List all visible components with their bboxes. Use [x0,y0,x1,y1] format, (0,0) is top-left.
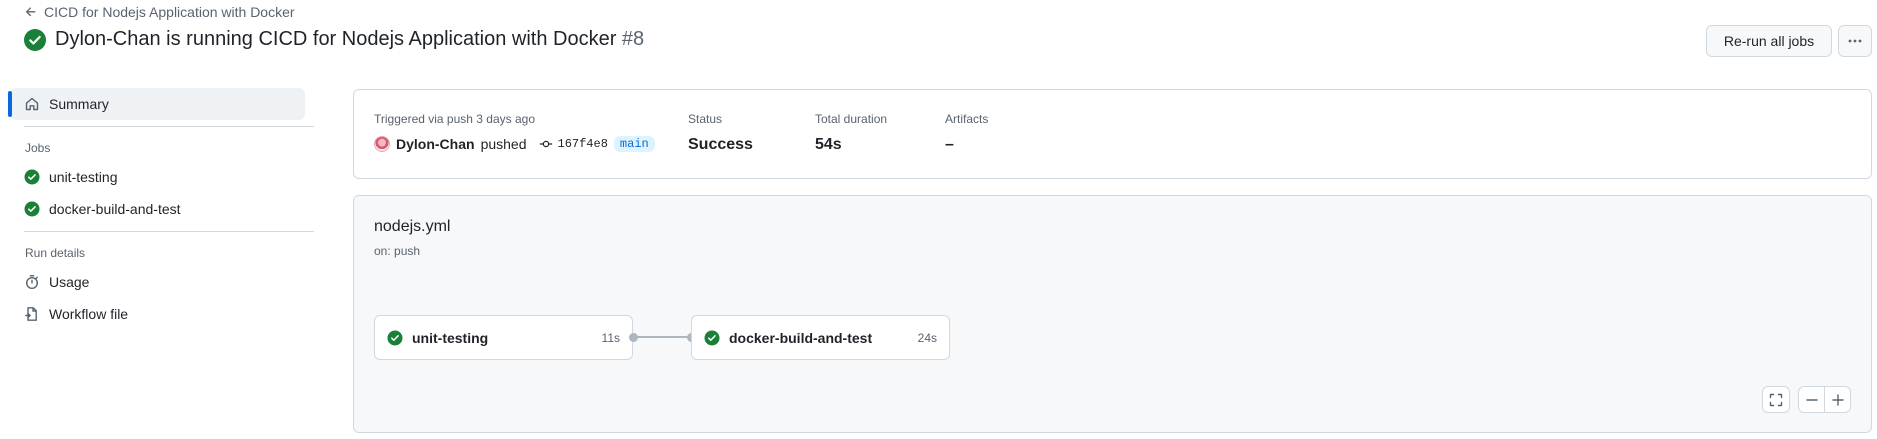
rerun-all-jobs-button[interactable]: Re-run all jobs [1706,25,1832,57]
arrow-left-icon [25,7,36,17]
job-name: docker-build-and-test [729,329,873,346]
jobs-heading: Jobs [25,141,51,155]
sidebar-item-summary[interactable]: Summary [8,88,305,120]
minus-icon [1805,398,1818,401]
artifacts-label: Artifacts [945,112,989,126]
job-connector-line [633,336,691,338]
action-text: pushed [480,136,527,152]
file-icon [25,307,37,321]
success-check-icon [24,28,46,51]
success-check-icon [24,201,40,217]
job-node-docker-build-and-test[interactable]: docker-build-and-test 24s [691,315,950,360]
commit-sha: 167f4e8 [557,137,608,151]
workflow-graph-card: nodejs.yml on: push unit-testing 11s doc… [353,195,1872,433]
sidebar-item-label: docker-build-and-test [49,201,181,217]
stopwatch-icon [25,275,39,290]
actor-row: Dylon-Chan pushed 167f4e8 main [374,136,655,152]
fullscreen-icon [1769,393,1783,406]
sidebar-divider [24,231,314,232]
job-node-unit-testing[interactable]: unit-testing 11s [374,315,633,360]
sidebar-item-docker-build-and-test[interactable]: docker-build-and-test [10,193,314,225]
status-value: Success [688,136,753,153]
more-options-button[interactable] [1838,25,1872,57]
run-title-row: Dylon-Chan is running CICD for Nodejs Ap… [24,28,644,51]
run-number: #8 [621,28,645,50]
avatar[interactable] [374,136,390,152]
sidebar-item-label: Workflow file [49,306,129,322]
artifacts-value: – [945,136,954,153]
sidebar-item-workflow-file[interactable]: Workflow file [10,298,314,330]
run-summary-card: Triggered via push 3 days ago Dylon-Chan… [353,89,1872,179]
sidebar-divider [24,126,314,127]
page-title-text: Dylon-Chan is running CICD for Nodejs Ap… [55,28,617,50]
duration-label: Total duration [815,112,888,126]
job-duration: 24s [917,330,937,345]
branch-badge[interactable]: main [613,136,655,152]
status-label: Status [688,112,723,126]
commit-link[interactable]: 167f4e8 [539,137,608,151]
sidebar: Summary Jobs unit-testing docker-build-a… [8,88,314,330]
page-title: Dylon-Chan is running CICD for Nodejs Ap… [55,28,644,51]
trigger-text: Triggered via push 3 days ago [374,112,535,126]
workflow-file-name[interactable]: nodejs.yml [374,218,450,236]
sidebar-item-label: Usage [49,274,90,290]
success-check-icon [387,330,403,345]
kebab-horizontal-icon [1848,39,1862,43]
zoom-in-button[interactable] [1824,386,1851,413]
back-link-label: CICD for Nodejs Application with Docker [44,4,295,20]
job-duration: 11s [601,330,620,345]
run-details-heading: Run details [25,246,86,260]
sidebar-item-usage[interactable]: Usage [10,266,314,298]
success-check-icon [24,169,40,185]
actor-link[interactable]: Dylon-Chan [396,136,475,152]
workflow-trigger: on: push [374,244,421,258]
sidebar-item-label: unit-testing [49,169,118,185]
home-icon [25,97,39,111]
duration-value: 54s [815,136,842,153]
sidebar-item-label: Summary [49,96,109,112]
fullscreen-button[interactable] [1762,386,1790,413]
zoom-out-button[interactable] [1798,386,1825,413]
git-commit-icon [539,140,552,148]
success-check-icon [704,330,720,345]
sidebar-item-unit-testing[interactable]: unit-testing [10,161,314,193]
plus-icon [1831,393,1844,406]
connector-dot [628,332,638,342]
job-name: unit-testing [412,329,489,346]
back-link[interactable]: CICD for Nodejs Application with Docker [24,4,295,20]
